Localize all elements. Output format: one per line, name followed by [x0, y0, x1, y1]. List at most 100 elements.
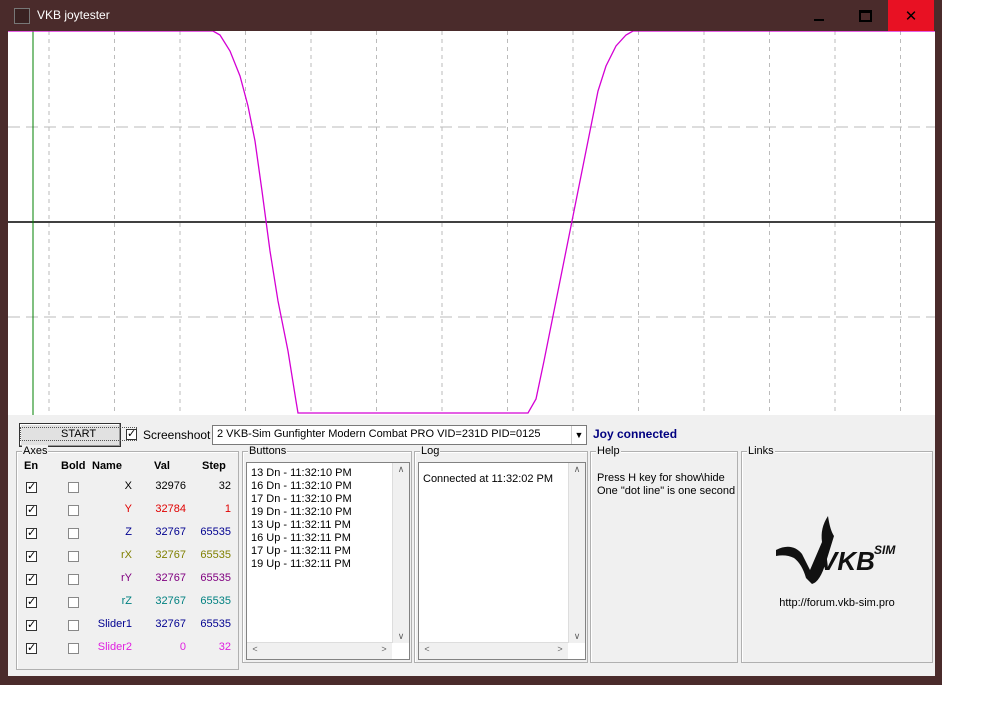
buttons-log-entry: 13 Dn - 11:32:10 PM: [251, 467, 352, 479]
buttons-log-entry: 17 Dn - 11:32:10 PM: [251, 493, 352, 505]
buttons-vertical-scrollbar[interactable]: ∧ ∨: [392, 463, 409, 643]
buttons-listbox[interactable]: 13 Dn - 11:32:10 PM 16 Dn - 11:32:10 PM 17…: [246, 462, 410, 660]
scroll-down-icon[interactable]: ∨: [393, 631, 409, 642]
links-group-title: Links: [747, 445, 775, 457]
axis-name-Y: Y: [124, 503, 132, 515]
buttons-log-entry: 19 Up - 11:32:11 PM: [251, 558, 351, 570]
help-line-1: Press H key for show\hide: [597, 472, 725, 484]
scroll-right-icon[interactable]: >: [552, 644, 568, 654]
axis-step-rZ: 65535: [200, 595, 231, 607]
axis-step-X: 32: [218, 480, 231, 492]
axis-name-Z: Z: [125, 526, 132, 538]
axis-step-rY: 65535: [200, 572, 231, 584]
axis-enable-checkbox-Y[interactable]: [26, 503, 37, 516]
axis-value-X: 32976: [155, 480, 186, 492]
axis-graph: [8, 30, 935, 415]
axis-name-X: X: [124, 480, 132, 492]
title-bar[interactable]: VKB joytester ✕: [0, 0, 942, 31]
scroll-up-icon[interactable]: ∧: [569, 464, 585, 475]
axis-bold-checkbox-rY[interactable]: [68, 574, 79, 585]
maximize-icon: [858, 9, 872, 22]
vkb-sim-logo[interactable]: VKB SIM: [772, 512, 912, 592]
graph-canvas: [8, 30, 935, 415]
scroll-left-icon[interactable]: <: [247, 644, 263, 654]
app-window: VKB joytester ✕ START Screenshoot 2 VKB-…: [0, 0, 942, 685]
axis-enable-checkbox-rZ[interactable]: [26, 595, 37, 608]
maximize-button[interactable]: [842, 0, 888, 31]
screenshot-label: Screenshoot: [143, 428, 211, 442]
axis-bold-checkbox-rZ[interactable]: [68, 597, 79, 608]
buttons-log-entry: 19 Dn - 11:32:10 PM: [251, 506, 352, 518]
axis-enable-checkbox-Z[interactable]: [26, 526, 37, 539]
axis-bold-checkbox-Z[interactable]: [68, 528, 79, 539]
axis-enable-checkbox-Slider2[interactable]: [26, 641, 37, 654]
scroll-right-icon[interactable]: >: [376, 644, 392, 654]
axis-value-Slider2: 0: [179, 641, 186, 653]
device-select[interactable]: 2 VKB-Sim Gunfighter Modern Combat PRO V…: [212, 425, 587, 445]
axis-step-Slider1: 65535: [200, 618, 231, 630]
axis-value-rZ: 32767: [155, 595, 186, 607]
buttons-log-lines: 13 Dn - 11:32:10 PM 16 Dn - 11:32:10 PM 17…: [251, 467, 352, 571]
log-entry: Connected at 11:32:02 PM: [423, 473, 554, 485]
axis-enable-checkbox-rY[interactable]: [26, 572, 37, 585]
axes-header-name: Name: [92, 460, 122, 472]
close-button[interactable]: ✕: [888, 0, 934, 31]
buttons-horizontal-scrollbar[interactable]: < >: [247, 642, 392, 659]
axes-header-val: Val: [154, 460, 170, 472]
axes-header-en: En: [24, 460, 39, 472]
start-button-label: START: [20, 427, 138, 441]
connection-status: Joy connected: [593, 427, 678, 441]
log-group-title: Log: [420, 445, 441, 457]
axes-group: Axes En Bold Name Val Step X 32976 32 Y 3278…: [16, 445, 239, 670]
scroll-up-icon[interactable]: ∧: [393, 464, 409, 475]
buttons-log-entry: 16 Up - 11:32:11 PM: [251, 532, 351, 544]
axes-header-step: Step: [202, 460, 226, 472]
axis-bold-checkbox-Y[interactable]: [68, 505, 79, 516]
scroll-down-icon[interactable]: ∨: [569, 631, 585, 642]
chevron-down-icon[interactable]: ▼: [571, 426, 586, 444]
axis-enable-checkbox-X[interactable]: [26, 480, 37, 493]
buttons-log-entry: 16 Dn - 11:32:10 PM: [251, 480, 352, 492]
axis-step-rX: 65535: [200, 549, 231, 561]
axis-value-Z: 32767: [155, 526, 186, 538]
axis-name-Slider2: Slider2: [97, 641, 132, 653]
axis-enable-checkbox-rX[interactable]: [26, 549, 37, 562]
links-group: Links VKB SIM http://forum.vkb-sim.pro: [741, 445, 933, 663]
axes-header-bold: Bold: [61, 460, 86, 472]
buttons-log-entry: 17 Up - 11:32:11 PM: [251, 545, 351, 557]
help-line-2: One "dot line" is one second: [597, 485, 736, 497]
log-listbox[interactable]: Connected at 11:32:02 PM ∧ ∨ < >: [418, 462, 586, 660]
buttons-log-entry: 13 Up - 11:32:11 PM: [251, 519, 351, 531]
scroll-left-icon[interactable]: <: [419, 644, 435, 654]
axis-name-rX: rX: [121, 549, 132, 561]
axis-bold-checkbox-X[interactable]: [68, 482, 79, 493]
axis-name-rY: rY: [121, 572, 132, 584]
window-title: VKB joytester: [37, 8, 110, 22]
log-horizontal-scrollbar[interactable]: < >: [419, 642, 568, 659]
device-select-value: 2 VKB-Sim Gunfighter Modern Combat PRO V…: [217, 428, 541, 440]
axis-bold-checkbox-Slider1[interactable]: [68, 620, 79, 631]
start-button[interactable]: START: [19, 423, 138, 447]
axis-bold-checkbox-rX[interactable]: [68, 551, 79, 562]
screenshot-checkbox[interactable]: [126, 427, 137, 440]
client-area: START Screenshoot 2 VKB-Sim Gunfighter M…: [8, 30, 935, 676]
log-vertical-scrollbar[interactable]: ∧ ∨: [568, 463, 585, 643]
axis-value-Slider1: 32767: [155, 618, 186, 630]
control-panel: START Screenshoot 2 VKB-Sim Gunfighter M…: [8, 415, 935, 676]
logo-text: VKB: [820, 546, 875, 576]
axis-value-rY: 32767: [155, 572, 186, 584]
log-group: Log Connected at 11:32:02 PM ∧ ∨ < >: [414, 445, 588, 663]
forum-link[interactable]: http://forum.vkb-sim.pro: [742, 597, 932, 609]
log-lines: Connected at 11:32:02 PM: [423, 473, 553, 486]
axis-value-rX: 32767: [155, 549, 186, 561]
minimize-icon: [814, 18, 824, 21]
minimize-button[interactable]: [796, 0, 842, 31]
axis-bold-checkbox-Slider2[interactable]: [68, 643, 79, 654]
graph-grid: [8, 31, 935, 415]
buttons-group: Buttons 13 Dn - 11:32:10 PM 16 Dn - 11:32…: [242, 445, 412, 663]
axis-step-Z: 65535: [200, 526, 231, 538]
app-icon: [14, 8, 30, 24]
axis-value-Y: 32784: [155, 503, 186, 515]
buttons-group-title: Buttons: [248, 445, 288, 457]
axis-enable-checkbox-Slider1[interactable]: [26, 618, 37, 631]
